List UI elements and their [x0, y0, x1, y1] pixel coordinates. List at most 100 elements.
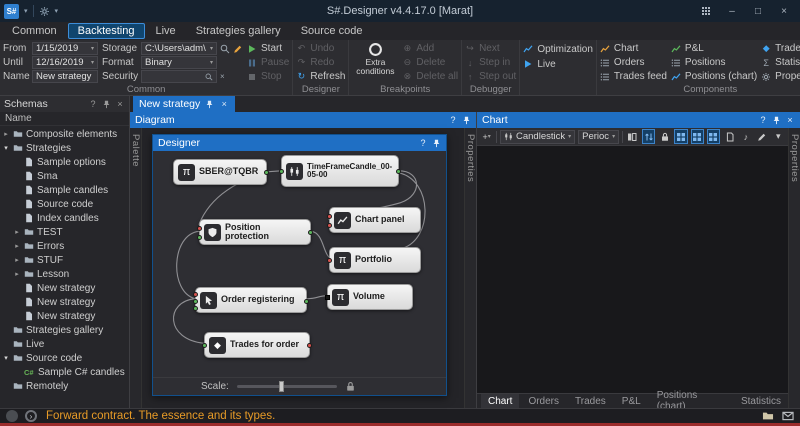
- chevron-down-icon[interactable]: ▾: [24, 7, 28, 15]
- help-icon[interactable]: ?: [88, 99, 98, 109]
- chevron-down-icon[interactable]: ▾: [55, 7, 59, 15]
- tree-item[interactable]: ▸Composite elements: [0, 127, 129, 141]
- diagram-node-position-protection[interactable]: Position protection: [199, 219, 311, 245]
- input-port[interactable]: [325, 295, 330, 300]
- input-port[interactable]: [279, 169, 284, 174]
- expander-icon[interactable]: ▸: [13, 270, 21, 278]
- component-positions-button[interactable]: Positions: [671, 56, 757, 69]
- input-port[interactable]: [327, 258, 332, 263]
- ribbon-tab-source-code[interactable]: Source code: [292, 24, 372, 38]
- clear-icon[interactable]: ×: [220, 72, 225, 81]
- edit-icon[interactable]: [233, 44, 243, 54]
- diagram-node-volume[interactable]: π Volume: [327, 284, 413, 310]
- component-properties-button[interactable]: Properties: [761, 70, 800, 83]
- help-icon[interactable]: ?: [448, 115, 458, 125]
- chevron-down-icon[interactable]: ▾: [210, 59, 213, 66]
- stop-button[interactable]: Stop: [247, 70, 289, 83]
- component-statistics-button[interactable]: ΣStatistics: [761, 56, 800, 69]
- close-button[interactable]: ×: [772, 2, 796, 20]
- tab-positions-chart[interactable]: Positions (chart): [650, 394, 732, 409]
- pin-icon[interactable]: [205, 100, 214, 109]
- draw-line-button[interactable]: [756, 129, 769, 144]
- expander-icon[interactable]: ▾: [2, 354, 10, 362]
- swap-axes-button[interactable]: [642, 129, 655, 144]
- document-tab-new-strategy[interactable]: New strategy ×: [133, 96, 235, 112]
- maximize-button[interactable]: □: [746, 2, 770, 20]
- layout-grid-button[interactable]: [691, 129, 704, 144]
- step-out-button[interactable]: ↑Step out: [465, 70, 516, 83]
- pin-icon[interactable]: [462, 116, 471, 125]
- chevron-down-icon[interactable]: ▾: [91, 59, 94, 66]
- output-port[interactable]: [308, 230, 313, 235]
- scale-slider-thumb[interactable]: [279, 381, 284, 392]
- period-select[interactable]: Perioc▾: [578, 130, 619, 144]
- output-port[interactable]: [307, 343, 312, 348]
- status-forward-icon[interactable]: ›: [25, 410, 37, 422]
- tab-orders[interactable]: Orders: [521, 394, 566, 409]
- search-icon[interactable]: [205, 73, 213, 81]
- tree-item[interactable]: ▸TEST: [0, 225, 129, 239]
- pin-icon[interactable]: [102, 100, 111, 109]
- minimize-button[interactable]: –: [720, 2, 744, 20]
- start-button[interactable]: Start: [247, 42, 289, 55]
- pin-icon[interactable]: [772, 116, 781, 125]
- pause-button[interactable]: Pause: [247, 56, 289, 69]
- expander-icon[interactable]: ▾: [2, 144, 10, 152]
- apps-grid-icon[interactable]: [701, 6, 711, 16]
- until-date-field[interactable]: 12/16/2019▾: [32, 56, 98, 69]
- tree-item[interactable]: ▸Errors: [0, 239, 129, 253]
- diagram-properties-tab[interactable]: Properties: [464, 128, 476, 408]
- chart-properties-tab[interactable]: Properties: [788, 128, 800, 408]
- help-icon[interactable]: ?: [758, 115, 768, 125]
- diagram-canvas[interactable]: Designer ?: [142, 128, 464, 408]
- component-pnl-button[interactable]: P&L: [671, 42, 757, 55]
- chevron-down-icon[interactable]: ▾: [210, 45, 213, 52]
- component-positions-chart-button[interactable]: Positions (chart): [671, 70, 757, 83]
- close-icon[interactable]: ×: [219, 99, 229, 109]
- close-icon[interactable]: ×: [785, 115, 795, 125]
- close-icon[interactable]: ×: [115, 99, 125, 109]
- tab-chart[interactable]: Chart: [481, 394, 519, 409]
- component-orders-button[interactable]: Orders: [600, 56, 667, 69]
- tree-item[interactable]: ▾Source code: [0, 351, 129, 365]
- palette-tab[interactable]: Palette: [130, 128, 142, 408]
- tree-item[interactable]: Sample options: [0, 155, 129, 169]
- tree-item[interactable]: ▸STUF: [0, 253, 129, 267]
- diagram-node-candle[interactable]: TimeFrameCandle_00-05-00: [281, 155, 399, 187]
- pin-icon[interactable]: [432, 139, 441, 148]
- delete-breakpoint-button[interactable]: ⊖Delete: [402, 56, 458, 69]
- tree-item[interactable]: ▾Strategies: [0, 141, 129, 155]
- refresh-button[interactable]: ↻Refresh: [296, 70, 345, 83]
- tree-item[interactable]: C#Sample C# candles: [0, 365, 129, 379]
- tree-item[interactable]: Sma: [0, 169, 129, 183]
- chart-plot-area[interactable]: [477, 146, 788, 393]
- search-icon[interactable]: [220, 44, 230, 54]
- input-port[interactable]: [193, 292, 198, 297]
- ribbon-tab-common[interactable]: Common: [3, 24, 66, 38]
- expander-icon[interactable]: ▸: [2, 130, 10, 138]
- tree-item[interactable]: Index candles: [0, 211, 129, 225]
- diagram-node-chart-panel[interactable]: Chart panel: [329, 207, 421, 233]
- tree-item[interactable]: Live: [0, 337, 129, 351]
- status-circle-icon[interactable]: [6, 410, 18, 422]
- delete-all-breakpoints-button[interactable]: ⊗Delete all: [402, 70, 458, 83]
- optimization-button[interactable]: Optimization: [523, 42, 593, 56]
- series-type-select[interactable]: Candlestick▾: [500, 130, 575, 144]
- step-in-button[interactable]: ↓Step in: [465, 56, 516, 69]
- next-button[interactable]: ↪Next: [465, 42, 516, 55]
- layout-grid-button[interactable]: [674, 129, 687, 144]
- security-field[interactable]: [141, 70, 217, 83]
- tree-item[interactable]: Source code: [0, 197, 129, 211]
- add-breakpoint-button[interactable]: ⊕Add: [402, 42, 458, 55]
- ribbon-tab-live[interactable]: Live: [147, 24, 185, 38]
- component-trades-feed-button[interactable]: Trades feed: [600, 70, 667, 83]
- split-panes-button[interactable]: [626, 129, 639, 144]
- ribbon-tab-strategies-gallery[interactable]: Strategies gallery: [187, 24, 290, 38]
- diagram-node-portfolio[interactable]: π Portfolio: [329, 247, 421, 273]
- input-port[interactable]: [327, 223, 332, 228]
- tree-item[interactable]: New strategy: [0, 295, 129, 309]
- redo-button[interactable]: ↷Redo: [296, 56, 345, 69]
- mail-icon[interactable]: [782, 410, 794, 422]
- tree-item[interactable]: Sample candles: [0, 183, 129, 197]
- diagram-node-security[interactable]: π SBER@TQBR: [173, 159, 267, 185]
